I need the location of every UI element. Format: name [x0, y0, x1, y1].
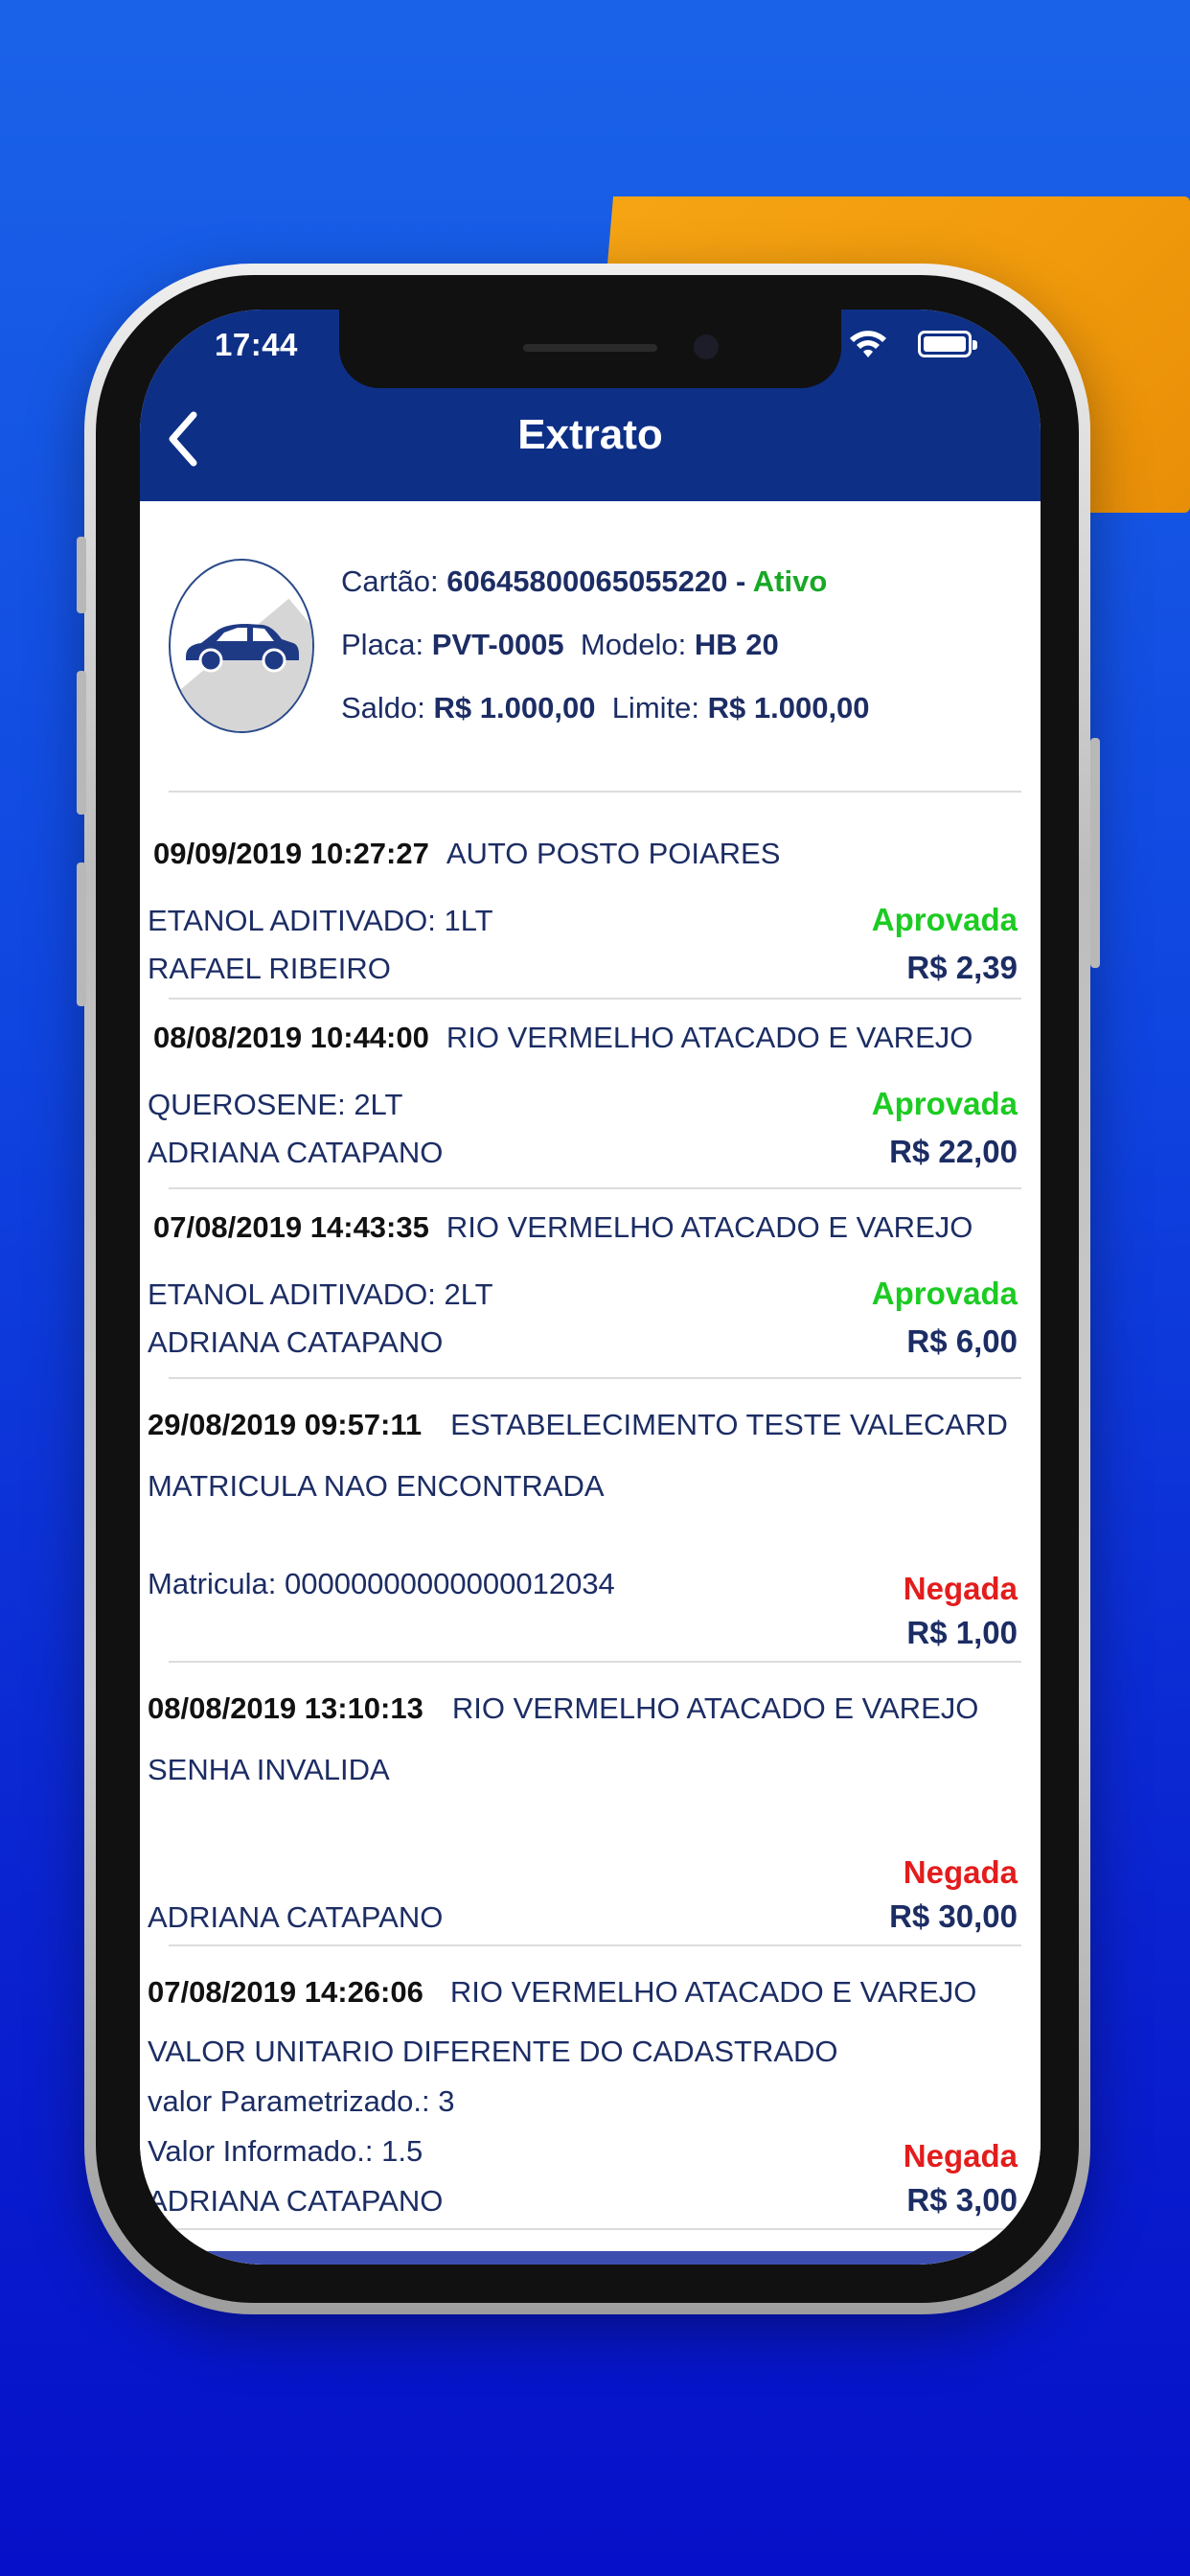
balance-label: Saldo: [341, 691, 425, 724]
transaction-row[interactable]: 07/08/2019 14:43:35 RIO VERMELHO ATACADO … [140, 1189, 1041, 1377]
divider [169, 2228, 1021, 2230]
transaction-date: 08/08/2019 10:44:00 [153, 1021, 429, 1054]
phone-screen: 17:44 Extrato Cartão: 60645800065055220 … [140, 310, 1041, 2265]
transaction-header: 09/09/2019 10:27:27 AUTO POSTO POIARES [153, 837, 780, 871]
card-number-row: Cartão: 60645800065055220 - Ativo [341, 561, 870, 624]
transaction-place: ESTABELECIMENTO TESTE VALECARD [450, 1408, 1008, 1441]
transaction-date: 07/08/2019 14:26:06 [148, 1975, 423, 2009]
transaction-header: 07/08/2019 14:26:06 RIO VERMELHO ATACADO … [148, 1975, 976, 2010]
vehicle-avatar [169, 559, 314, 733]
transaction-detail: ETANOL ADITIVADO: 1LT [148, 904, 493, 937]
status-badge: Aprovada [871, 902, 1018, 937]
card-label: Cartão: [341, 564, 439, 598]
transaction-place: RIO VERMELHO ATACADO E VAREJO [446, 1021, 973, 1054]
transaction-user: ADRIANA CATAPANO [148, 1325, 444, 1359]
limit-value: R$ 1.000,00 [707, 691, 870, 724]
model-value: HB 20 [694, 628, 779, 661]
transaction-detail: ETANOL ADITIVADO: 2LT [148, 1277, 493, 1311]
transaction-row[interactable]: 09/09/2019 10:27:27 AUTO POSTO POIARES ET… [140, 793, 1041, 985]
transaction-place: RIO VERMELHO ATACADO E VAREJO [449, 1975, 977, 2009]
bottom-edge [140, 2251, 1041, 2265]
transaction-date: 08/08/2019 13:10:13 [148, 1691, 423, 1725]
car-icon [186, 624, 299, 673]
transaction-header: 29/08/2019 09:57:11 ESTABELECIMENTO TESTE… [148, 1408, 1008, 1442]
transaction-date: 29/08/2019 09:57:11 [148, 1408, 423, 1441]
transaction-header: 08/08/2019 13:10:13 RIO VERMELHO ATACADO … [148, 1691, 978, 1726]
transaction-user: ADRIANA CATAPANO [148, 2184, 444, 2218]
transaction-detail-informed: Valor Informado.: 1.5 [148, 2134, 423, 2168]
status-badge: Aprovada [871, 1276, 1018, 1311]
transaction-header: 07/08/2019 14:43:35 RIO VERMELHO ATACADO … [153, 1210, 973, 1245]
front-camera [694, 334, 719, 359]
transaction-detail-parametrized: valor Parametrizado.: 3 [148, 2084, 455, 2118]
model-label: Modelo: [580, 628, 687, 661]
status-badge: Negada [903, 1571, 1018, 1606]
transaction-detail: VALOR UNITARIO DIFERENTE DO CADASTRADO [148, 2035, 838, 2068]
wifi-icon [850, 331, 886, 357]
phone-power-button [1090, 738, 1100, 968]
status-badge: Negada [903, 1854, 1018, 1890]
transaction-registration: Matricula: 00000000000000012034 [148, 1567, 615, 1600]
transaction-row[interactable]: 07/08/2019 14:26:06 RIO VERMELHO ATACADO … [140, 1946, 1041, 2228]
status-time: 17:44 [215, 327, 298, 362]
transaction-amount: R$ 22,00 [889, 1134, 1018, 1169]
transaction-date: 07/08/2019 14:43:35 [153, 1210, 429, 1244]
transaction-user: ADRIANA CATAPANO [148, 1136, 444, 1169]
status-badge: Negada [903, 2138, 1018, 2174]
plate-label: Placa: [341, 628, 424, 661]
transaction-amount: R$ 1,00 [906, 1615, 1018, 1650]
phone-volume-down [77, 862, 86, 1006]
phone-volume-up [77, 671, 86, 815]
transaction-row[interactable]: 08/08/2019 13:10:13 RIO VERMELHO ATACADO … [140, 1663, 1041, 1944]
speaker [523, 344, 657, 352]
transaction-row[interactable]: 29/08/2019 09:57:11 ESTABELECIMENTO TESTE… [140, 1379, 1041, 1661]
transaction-amount: R$ 6,00 [906, 1323, 1018, 1359]
transaction-amount: R$ 30,00 [889, 1898, 1018, 1934]
status-badge: Aprovada [871, 1086, 1018, 1121]
notch [339, 310, 841, 388]
statement-content: Cartão: 60645800065055220 - Ativo Placa:… [140, 501, 1041, 2265]
transaction-amount: R$ 3,00 [906, 2182, 1018, 2218]
transaction-user: RAFAEL RIBEIRO [148, 952, 391, 985]
transaction-date: 09/09/2019 10:27:27 [153, 837, 429, 870]
transaction-place: RIO VERMELHO ATACADO E VAREJO [446, 1210, 973, 1244]
battery-icon [918, 331, 977, 357]
plate-value: PVT-0005 [431, 628, 564, 661]
card-number: 60645800065055220 [446, 564, 728, 598]
card-summary: Cartão: 60645800065055220 - Ativo Placa:… [140, 501, 1041, 791]
balance-value: R$ 1.000,00 [433, 691, 596, 724]
transaction-detail: QUEROSENE: 2LT [148, 1088, 403, 1121]
limit-label: Limite: [611, 691, 699, 724]
transaction-row[interactable]: 08/08/2019 10:44:00 RIO VERMELHO ATACADO … [140, 1000, 1041, 1187]
transaction-user: ADRIANA CATAPANO [148, 1900, 444, 1934]
transaction-detail: MATRICULA NAO ENCONTRADA [148, 1469, 605, 1503]
page-title: Extrato [517, 411, 663, 458]
transaction-detail: SENHA INVALIDA [148, 1753, 390, 1786]
transaction-place: RIO VERMELHO ATACADO E VAREJO [451, 1691, 979, 1725]
balance-row: Saldo: R$ 1.000,00 Limite: R$ 1.000,00 [341, 687, 870, 750]
navigation-bar: 17:44 Extrato [140, 310, 1041, 501]
card-separator: - [727, 564, 753, 598]
transaction-amount: R$ 2,39 [906, 950, 1018, 985]
phone-mute-switch [77, 537, 86, 613]
card-status-badge: Ativo [752, 564, 828, 598]
transaction-header: 08/08/2019 10:44:00 RIO VERMELHO ATACADO … [153, 1021, 973, 1055]
vehicle-row: Placa: PVT-0005 Modelo: HB 20 [341, 624, 870, 687]
transaction-place: AUTO POSTO POIARES [446, 837, 781, 870]
